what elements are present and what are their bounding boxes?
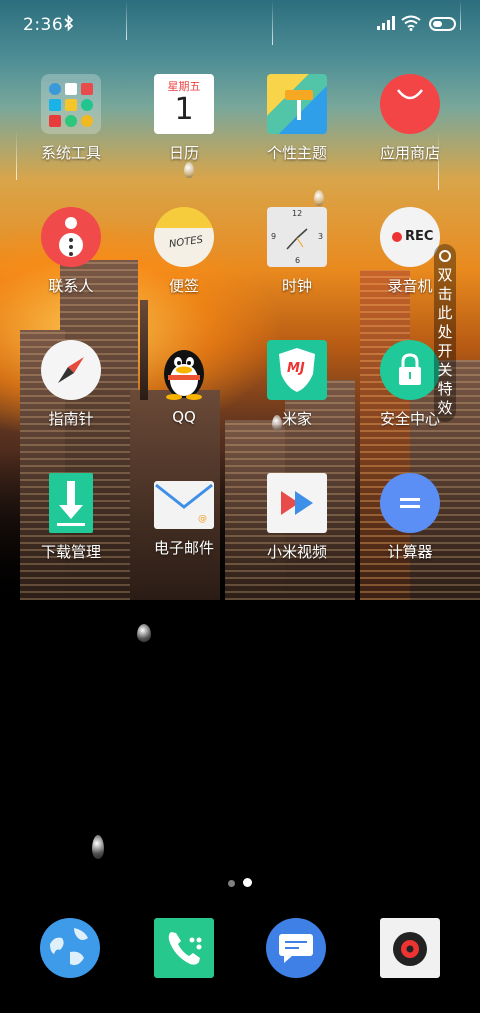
app-notes[interactable]: NOTES 便签 bbox=[129, 207, 239, 296]
app-app-store[interactable]: 应用商店 bbox=[355, 74, 465, 163]
notes-text: NOTES bbox=[168, 234, 204, 251]
tip-char: 开 bbox=[437, 342, 453, 360]
compass-icon bbox=[41, 340, 101, 400]
tip-char: 此 bbox=[437, 304, 453, 322]
dock-browser[interactable] bbox=[40, 918, 100, 978]
rec-text: REC bbox=[405, 229, 434, 244]
record-dot-icon bbox=[392, 232, 402, 242]
tip-char: 击 bbox=[437, 285, 453, 303]
app-mijia[interactable]: MJ 米家 bbox=[242, 340, 352, 429]
app-label: 计算器 bbox=[387, 543, 433, 561]
toggle-ring-icon bbox=[439, 250, 451, 262]
lock-icon bbox=[380, 340, 440, 400]
app-label: 应用商店 bbox=[379, 144, 440, 162]
notes-icon: NOTES bbox=[154, 207, 214, 267]
calendar-icon: 星期五 1 bbox=[154, 74, 214, 134]
calendar-day: 1 bbox=[174, 92, 194, 127]
svg-text:@: @ bbox=[198, 514, 207, 524]
clock-number: 6 bbox=[295, 256, 301, 265]
theme-brush-icon bbox=[267, 74, 327, 134]
app-email[interactable]: @ 电子邮件 bbox=[129, 473, 239, 558]
equals-icon bbox=[380, 473, 440, 533]
app-qq[interactable]: QQ bbox=[129, 340, 239, 426]
app-label: QQ bbox=[172, 408, 196, 426]
page-dot-active[interactable] bbox=[243, 878, 252, 887]
app-label: 米家 bbox=[281, 410, 312, 428]
globe-icon bbox=[50, 928, 88, 966]
tip-char: 双 bbox=[437, 266, 453, 284]
dock-messages[interactable] bbox=[266, 918, 326, 978]
app-label: 时钟 bbox=[281, 277, 312, 295]
calendar-weekday: 星期五 bbox=[167, 80, 201, 93]
app-label: 个性主题 bbox=[266, 144, 327, 162]
dock-camera[interactable] bbox=[380, 918, 440, 978]
app-label: 联系人 bbox=[48, 277, 94, 295]
system-tools-folder-icon bbox=[41, 74, 101, 134]
wifi-icon bbox=[401, 15, 421, 31]
clock-icon: 12 3 6 9 bbox=[267, 207, 327, 267]
video-play-icon bbox=[267, 473, 327, 533]
app-label: 指南针 bbox=[48, 410, 94, 428]
app-label: 下载管理 bbox=[40, 543, 101, 561]
page-indicator[interactable] bbox=[228, 872, 260, 891]
app-label: 电子邮件 bbox=[153, 539, 214, 557]
clock-number: 3 bbox=[318, 232, 324, 241]
water-drop bbox=[272, 415, 282, 431]
mijia-badge: MJ bbox=[287, 361, 305, 376]
app-video[interactable]: 小米视频 bbox=[242, 473, 352, 562]
app-label: 日历 bbox=[168, 144, 199, 162]
app-label: 便签 bbox=[168, 277, 199, 295]
mijia-shield-icon: MJ bbox=[267, 340, 327, 400]
signal-icon bbox=[377, 16, 395, 30]
tip-char: 特 bbox=[437, 380, 453, 398]
tip-char: 处 bbox=[437, 323, 453, 341]
app-label: 系统工具 bbox=[40, 144, 101, 162]
effect-toggle-tip[interactable]: 双 击 此 处 开 关 特 效 bbox=[434, 244, 456, 422]
qq-penguin-icon bbox=[154, 340, 214, 400]
app-calculator[interactable]: 计算器 bbox=[355, 473, 465, 562]
envelope-icon: @ bbox=[154, 481, 214, 529]
water-drop bbox=[137, 624, 151, 642]
dock-phone[interactable] bbox=[154, 918, 214, 978]
app-themes[interactable]: 个性主题 bbox=[242, 74, 352, 163]
app-clock[interactable]: 12 3 6 9 时钟 bbox=[242, 207, 352, 296]
status-bar: 2:36 bbox=[0, 0, 480, 52]
shopping-bag-icon bbox=[380, 74, 440, 134]
app-calendar[interactable]: 星期五 1 日历 bbox=[129, 74, 239, 163]
tip-char: 关 bbox=[437, 361, 453, 379]
status-time: 2:36 bbox=[23, 15, 64, 35]
app-contacts[interactable]: 联系人 bbox=[16, 207, 126, 296]
water-drop bbox=[314, 190, 324, 206]
bluetooth-icon bbox=[64, 14, 74, 32]
water-drop bbox=[92, 835, 104, 859]
tip-char: 效 bbox=[437, 399, 453, 417]
water-drop bbox=[184, 162, 194, 178]
app-downloads[interactable]: 下载管理 bbox=[16, 473, 126, 562]
page-dot[interactable] bbox=[228, 880, 235, 887]
message-bubble-icon bbox=[279, 934, 313, 963]
camera-lens-icon bbox=[393, 932, 427, 966]
clock-number: 9 bbox=[271, 232, 277, 241]
recorder-icon: REC bbox=[380, 207, 440, 267]
clock-number: 12 bbox=[292, 209, 303, 218]
phone-icon bbox=[168, 932, 202, 965]
battery-icon bbox=[429, 17, 456, 31]
app-system-tools[interactable]: 系统工具 bbox=[16, 74, 126, 163]
app-compass[interactable]: 指南针 bbox=[16, 340, 126, 429]
download-icon bbox=[49, 473, 93, 533]
contacts-icon bbox=[41, 207, 101, 267]
app-label: 小米视频 bbox=[266, 543, 327, 561]
